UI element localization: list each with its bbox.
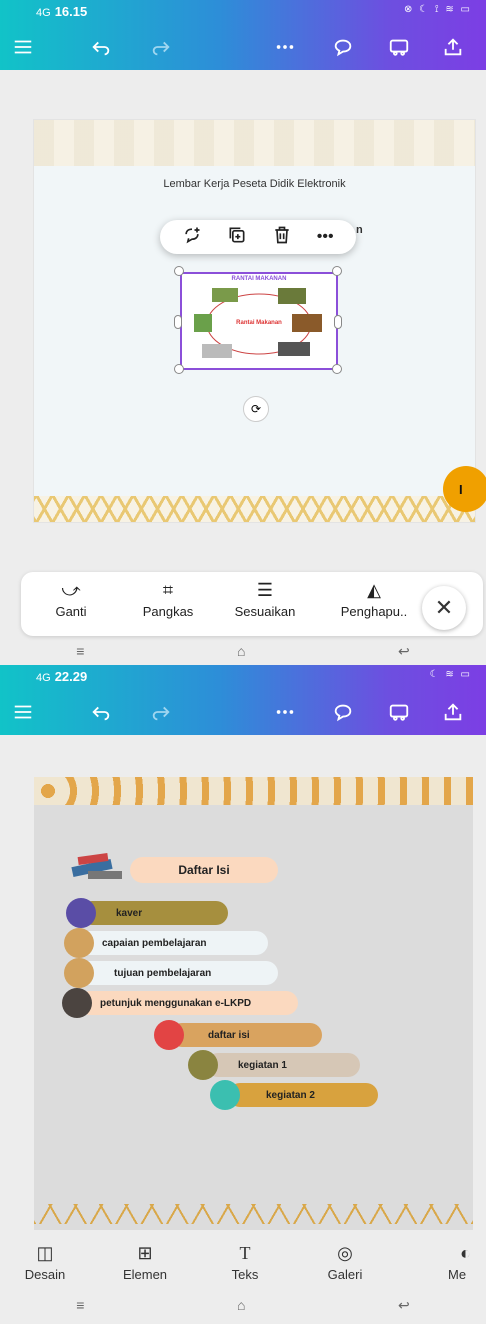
- editor-screen-2: 4G 22.29 ☾ ≋ ▭ Daftar Isi kaver capaian p…: [0, 665, 486, 1324]
- back-icon[interactable]: ↩: [398, 643, 410, 660]
- resize-handle[interactable]: [332, 364, 342, 374]
- duplicate-icon[interactable]: [227, 225, 247, 250]
- more-icon[interactable]: [270, 32, 300, 62]
- recents-icon[interactable]: ≡: [76, 1297, 84, 1313]
- undo-icon[interactable]: [86, 697, 116, 727]
- resize-handle[interactable]: [174, 315, 182, 329]
- comment-icon[interactable]: [328, 32, 358, 62]
- element-context-menu: •••: [160, 220, 356, 254]
- tool-replace[interactable]: ⤻ Ganti: [51, 580, 91, 619]
- page-number-badge: I: [443, 466, 486, 512]
- ornament-border-bottom: [34, 1204, 473, 1224]
- system-nav-bar: ≡ ⌂ ↩: [0, 1291, 486, 1319]
- camera-icon: ◎: [337, 1243, 353, 1263]
- editor-bottom-menu: ◫ Desain ⊞ Elemen T Teks ◎ Galeri ◐ Me: [0, 1233, 486, 1293]
- menu-icon[interactable]: [8, 32, 38, 62]
- resize-handle[interactable]: [174, 266, 184, 276]
- recents-icon[interactable]: ≡: [76, 643, 84, 659]
- status-icons: ☾ ≋ ▭: [429, 669, 472, 680]
- status-icons: ⊗ ☾ ⟟ ≋ ▭: [403, 4, 472, 15]
- menu-elements[interactable]: ⊞ Elemen: [110, 1243, 180, 1282]
- resize-handle[interactable]: [334, 315, 342, 329]
- toc-heading[interactable]: Daftar Isi: [130, 857, 278, 883]
- magic-eraser-icon: ◭: [367, 580, 381, 600]
- toc-item[interactable]: petunjuk menggunakan e-LKPD: [78, 991, 298, 1015]
- close-button[interactable]: ✕: [422, 586, 466, 630]
- more-options-icon[interactable]: •••: [317, 228, 334, 246]
- editor-toolbar: [0, 691, 486, 731]
- tool-adjust[interactable]: ☰ Sesuaikan: [225, 580, 305, 619]
- lace-border-bottom: [34, 496, 475, 522]
- design-page-toc[interactable]: Daftar Isi kaver capaian pembelajaran tu…: [34, 777, 473, 1230]
- editor-toolbar: [0, 26, 486, 66]
- lace-border-top: [34, 120, 475, 166]
- bullet-dot: [62, 988, 92, 1018]
- present-icon[interactable]: [384, 32, 414, 62]
- more-icon[interactable]: [270, 697, 300, 727]
- menu-text[interactable]: T Teks: [210, 1243, 280, 1282]
- design-icon: ◫: [36, 1243, 54, 1263]
- home-icon[interactable]: ⌂: [237, 1297, 245, 1313]
- image-center-label: Rantai Makanan: [236, 320, 282, 326]
- ornament-border-top: [34, 777, 473, 805]
- bullet-dot: [66, 898, 96, 928]
- bullet-dot: [188, 1050, 218, 1080]
- page-title[interactable]: Lembar Kerja Peseta Didik Elektronik: [34, 178, 475, 190]
- toc-item[interactable]: kegiatan 1: [206, 1053, 360, 1077]
- system-nav-bar: ≡ ⌂ ↩: [0, 637, 486, 665]
- rotate-icon[interactable]: ⟳: [243, 396, 269, 422]
- toc-item[interactable]: kaver: [80, 901, 228, 925]
- toc-item[interactable]: daftar isi: [170, 1023, 322, 1047]
- bullet-dot: [64, 928, 94, 958]
- media-icon: ◐: [460, 1243, 471, 1263]
- resize-handle[interactable]: [174, 364, 184, 374]
- comment-icon[interactable]: [328, 697, 358, 727]
- books-icon: [71, 852, 122, 879]
- replace-icon: ⤻: [61, 580, 81, 600]
- redo-icon[interactable]: [146, 697, 176, 727]
- present-icon[interactable]: [384, 697, 414, 727]
- status-signal: 4G 16.15: [36, 4, 88, 19]
- status-bar: 4G 16.15 ⊗ ☾ ⟟ ≋ ▭: [0, 0, 486, 22]
- bullet-dot: [210, 1080, 240, 1110]
- share-icon[interactable]: [438, 697, 468, 727]
- bullet-dot: [64, 958, 94, 988]
- image-tools-bar: ⤻ Ganti ⌗ Pangkas ☰ Sesuaikan ◭ Penghapu…: [21, 572, 483, 636]
- selected-image-food-chain[interactable]: RANTAI MAKANAN Rantai Makanan: [180, 272, 338, 370]
- menu-gallery[interactable]: ◎ Galeri: [310, 1243, 380, 1282]
- redo-icon[interactable]: [146, 32, 176, 62]
- text-icon: T: [239, 1243, 251, 1263]
- home-icon[interactable]: ⌂: [237, 643, 245, 659]
- crop-icon: ⌗: [162, 580, 174, 600]
- toc-item[interactable]: tujuan pembelajaran: [78, 961, 278, 985]
- trash-icon[interactable]: [272, 225, 292, 250]
- toc-item[interactable]: capaian pembelajaran: [78, 931, 268, 955]
- tool-bg-remover[interactable]: ◭ Penghapu..: [331, 580, 417, 619]
- design-page[interactable]: Lembar Kerja Peseta Didik Elektronik P n…: [34, 120, 486, 522]
- elements-icon: ⊞: [137, 1243, 153, 1263]
- tool-crop[interactable]: ⌗ Pangkas: [133, 580, 203, 619]
- adjust-icon: ☰: [256, 580, 274, 600]
- comment-add-icon[interactable]: [182, 225, 202, 250]
- menu-icon[interactable]: [8, 697, 38, 727]
- back-icon[interactable]: ↩: [398, 1297, 410, 1314]
- menu-more[interactable]: ◐ Me: [440, 1243, 486, 1282]
- toc-item[interactable]: kegiatan 2: [228, 1083, 378, 1107]
- editor-screen-1: 4G 16.15 ⊗ ☾ ⟟ ≋ ▭ Lembar Kerja Peseta Di…: [0, 0, 486, 665]
- status-bar: 4G 22.29 ☾ ≋ ▭: [0, 665, 486, 687]
- menu-design[interactable]: ◫ Desain: [10, 1243, 80, 1282]
- resize-handle[interactable]: [332, 266, 342, 276]
- status-signal: 4G 22.29: [36, 669, 88, 684]
- share-icon[interactable]: [438, 32, 468, 62]
- bullet-dot: [154, 1020, 184, 1050]
- subtitle-fragment-tail: n: [356, 224, 363, 236]
- undo-icon[interactable]: [86, 32, 116, 62]
